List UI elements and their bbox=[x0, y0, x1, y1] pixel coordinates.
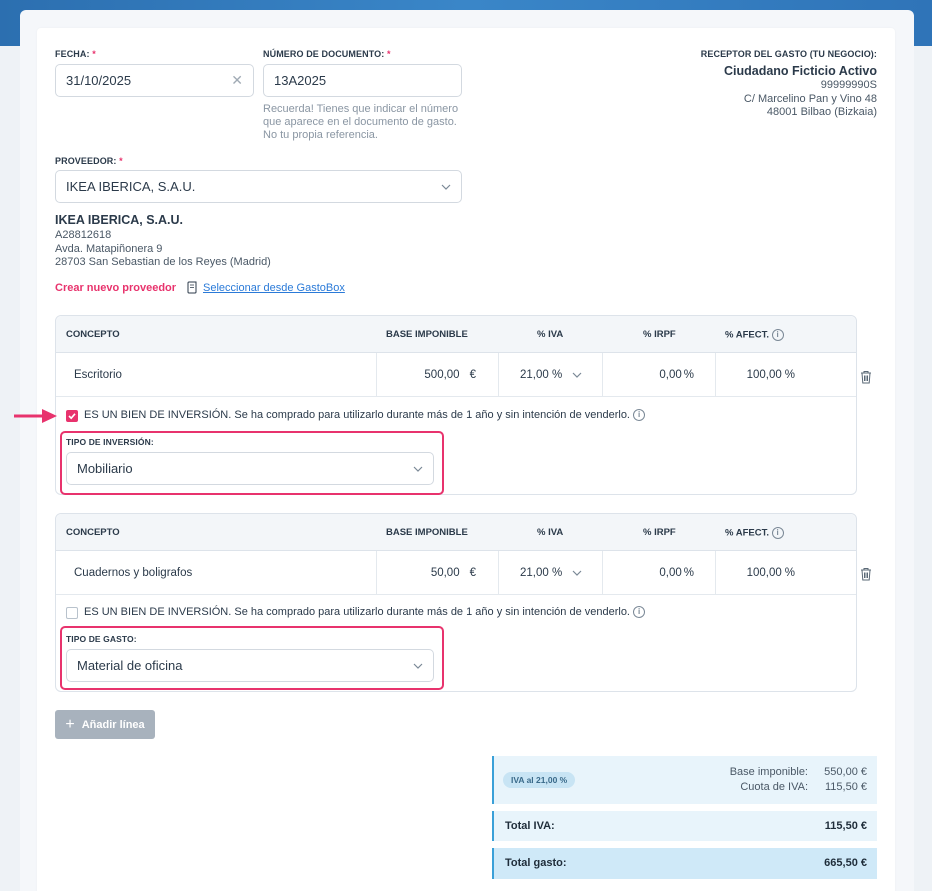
fecha-value: 31/10/2025 bbox=[66, 73, 132, 88]
base-value: 550,00 € bbox=[824, 766, 867, 778]
col-iva: % IVA bbox=[537, 329, 564, 340]
fecha-input[interactable]: 31/10/2025 ✕ bbox=[55, 64, 254, 97]
chevron-down-icon bbox=[572, 570, 582, 576]
col-afect: % AFECT. i bbox=[725, 329, 784, 341]
plus-icon: + bbox=[65, 715, 75, 733]
total-gasto-row: Total gasto: 665,50 € bbox=[492, 848, 877, 879]
doc-number-input[interactable]: 13A2025 bbox=[263, 64, 462, 97]
select-gastobox-link[interactable]: Seleccionar desde GastoBox bbox=[203, 282, 345, 294]
receptor-label: RECEPTOR DEL GASTO (TU NEGOCIO): bbox=[700, 49, 877, 59]
col-concepto: CONCEPTO bbox=[66, 329, 120, 340]
expense-line-2: CONCEPTO BASE IMPONIBLE % IVA % IRPF % A… bbox=[55, 513, 857, 692]
clear-icon[interactable]: ✕ bbox=[231, 72, 243, 89]
table-row: Cuadernos y boligrafos 50,00 € 21,00 % 0,… bbox=[56, 551, 856, 595]
receptor-info: Ciudadano Ficticio Activo 99999990S C/ M… bbox=[724, 64, 877, 120]
expense-type-label: TIPO DE GASTO: bbox=[66, 634, 137, 644]
investment-type-value: Mobiliario bbox=[77, 461, 133, 476]
proveedor-label: PROVEEDOR: * bbox=[55, 156, 123, 166]
receptor-nif: 99999990S bbox=[820, 79, 877, 91]
vat-breakdown: IVA al 21,00 % Base imponible: 550,00 € … bbox=[492, 756, 877, 804]
chevron-down-icon bbox=[572, 372, 582, 378]
iva-select[interactable]: 21,00 % bbox=[520, 353, 582, 397]
col-afect: % AFECT. i bbox=[725, 527, 784, 539]
concepto-cell[interactable]: Cuadernos y boligrafos bbox=[74, 551, 192, 595]
proveedor-address: Avda. Matapiñonera 9 bbox=[55, 242, 163, 255]
investment-type-label: TIPO DE INVERSIÓN: bbox=[66, 437, 154, 447]
cuota-label: Cuota de IVA: bbox=[740, 781, 808, 793]
proveedor-name: IKEA IBERICA, S.A.U. bbox=[55, 213, 184, 227]
irpf-cell[interactable]: 0,00% bbox=[602, 551, 716, 595]
trash-icon[interactable] bbox=[860, 370, 872, 384]
iva-select[interactable]: 21,00 % bbox=[520, 551, 582, 595]
arrow-right-icon bbox=[14, 409, 57, 423]
table-row: Escritorio 500,00 € 21,00 % 0,00% 100,00% bbox=[56, 353, 856, 397]
col-irpf: % IRPF bbox=[643, 329, 676, 340]
total-gasto-label: Total gasto: bbox=[505, 857, 567, 869]
base-cell[interactable]: 500,00 € bbox=[376, 353, 498, 397]
doc-number-value: 13A2025 bbox=[274, 73, 327, 88]
proveedor-select[interactable]: IKEA IBERICA, S.A.U. bbox=[55, 170, 462, 203]
receptor-city: 48001 Bilbao (Bizkaia) bbox=[766, 106, 877, 118]
investment-text: ES UN BIEN DE INVERSIÓN. Se ha comprado … bbox=[84, 409, 646, 422]
investment-text: ES UN BIEN DE INVERSIÓN. Se ha comprado … bbox=[84, 606, 646, 619]
afect-cell[interactable]: 100,00% bbox=[715, 551, 817, 595]
investment-type-select[interactable]: Mobiliario bbox=[66, 452, 434, 485]
investment-checkbox[interactable] bbox=[66, 410, 78, 422]
total-iva-row: Total IVA: 115,50 € bbox=[492, 811, 877, 841]
base-label: Base imponible: bbox=[729, 766, 808, 778]
trash-icon[interactable] bbox=[860, 567, 872, 581]
select-from-gastobox[interactable]: Seleccionar desde GastoBox bbox=[187, 281, 345, 294]
info-icon[interactable]: i bbox=[771, 329, 784, 341]
total-iva-label: Total IVA: bbox=[505, 820, 555, 832]
expense-type-value: Material de oficina bbox=[77, 658, 183, 673]
concepto-cell[interactable]: Escritorio bbox=[74, 353, 122, 397]
doc-number-label: NÚMERO DE DOCUMENTO: * bbox=[263, 49, 391, 59]
receptor-address: C/ Marcelino Pan y Vino 48 bbox=[743, 92, 877, 105]
chevron-down-icon bbox=[441, 184, 451, 190]
expense-type-select[interactable]: Material de oficina bbox=[66, 649, 434, 682]
fecha-label: FECHA: * bbox=[55, 49, 96, 59]
proveedor-nif: A28812618 bbox=[55, 229, 112, 241]
info-icon[interactable]: i bbox=[633, 606, 646, 619]
col-iva: % IVA bbox=[537, 527, 564, 538]
proveedor-city: 28703 San Sebastian de los Reyes (Madrid… bbox=[55, 256, 271, 268]
col-base: BASE IMPONIBLE bbox=[386, 527, 468, 538]
create-supplier-link[interactable]: Crear nuevo proveedor bbox=[55, 282, 176, 294]
add-line-button[interactable]: + Añadir línea bbox=[55, 710, 155, 739]
document-icon bbox=[187, 281, 197, 294]
chevron-down-icon bbox=[413, 663, 423, 669]
investment-checkbox[interactable] bbox=[66, 607, 78, 619]
col-base: BASE IMPONIBLE bbox=[386, 329, 468, 340]
irpf-cell[interactable]: 0,00% bbox=[602, 353, 716, 397]
doc-number-hint: Recuerda! Tienes que indicar el número q… bbox=[263, 103, 459, 141]
expense-line-1: CONCEPTO BASE IMPONIBLE % IVA % IRPF % A… bbox=[55, 315, 857, 495]
info-icon[interactable]: i bbox=[633, 409, 646, 422]
cuota-value: 115,50 € bbox=[824, 781, 867, 793]
col-irpf: % IRPF bbox=[643, 527, 676, 538]
chevron-down-icon bbox=[413, 466, 423, 472]
info-icon[interactable]: i bbox=[771, 527, 784, 539]
total-gasto-value: 665,50 € bbox=[824, 857, 867, 869]
table-header: CONCEPTO BASE IMPONIBLE % IVA % IRPF % A… bbox=[56, 316, 856, 353]
proveedor-details: IKEA IBERICA, S.A.U. A28812618 Avda. Mat… bbox=[55, 213, 271, 270]
col-concepto: CONCEPTO bbox=[66, 527, 120, 538]
base-cell[interactable]: 50,00 € bbox=[376, 551, 498, 595]
table-header: CONCEPTO BASE IMPONIBLE % IVA % IRPF % A… bbox=[56, 514, 856, 551]
add-line-label: Añadir línea bbox=[81, 718, 145, 731]
total-iva-value: 115,50 € bbox=[824, 820, 867, 832]
receptor-name: Ciudadano Ficticio Activo bbox=[723, 64, 877, 78]
vat-rate-badge: IVA al 21,00 % bbox=[503, 772, 576, 788]
afect-cell[interactable]: 100,00% bbox=[715, 353, 817, 397]
proveedor-selected-value: IKEA IBERICA, S.A.U. bbox=[66, 179, 196, 194]
